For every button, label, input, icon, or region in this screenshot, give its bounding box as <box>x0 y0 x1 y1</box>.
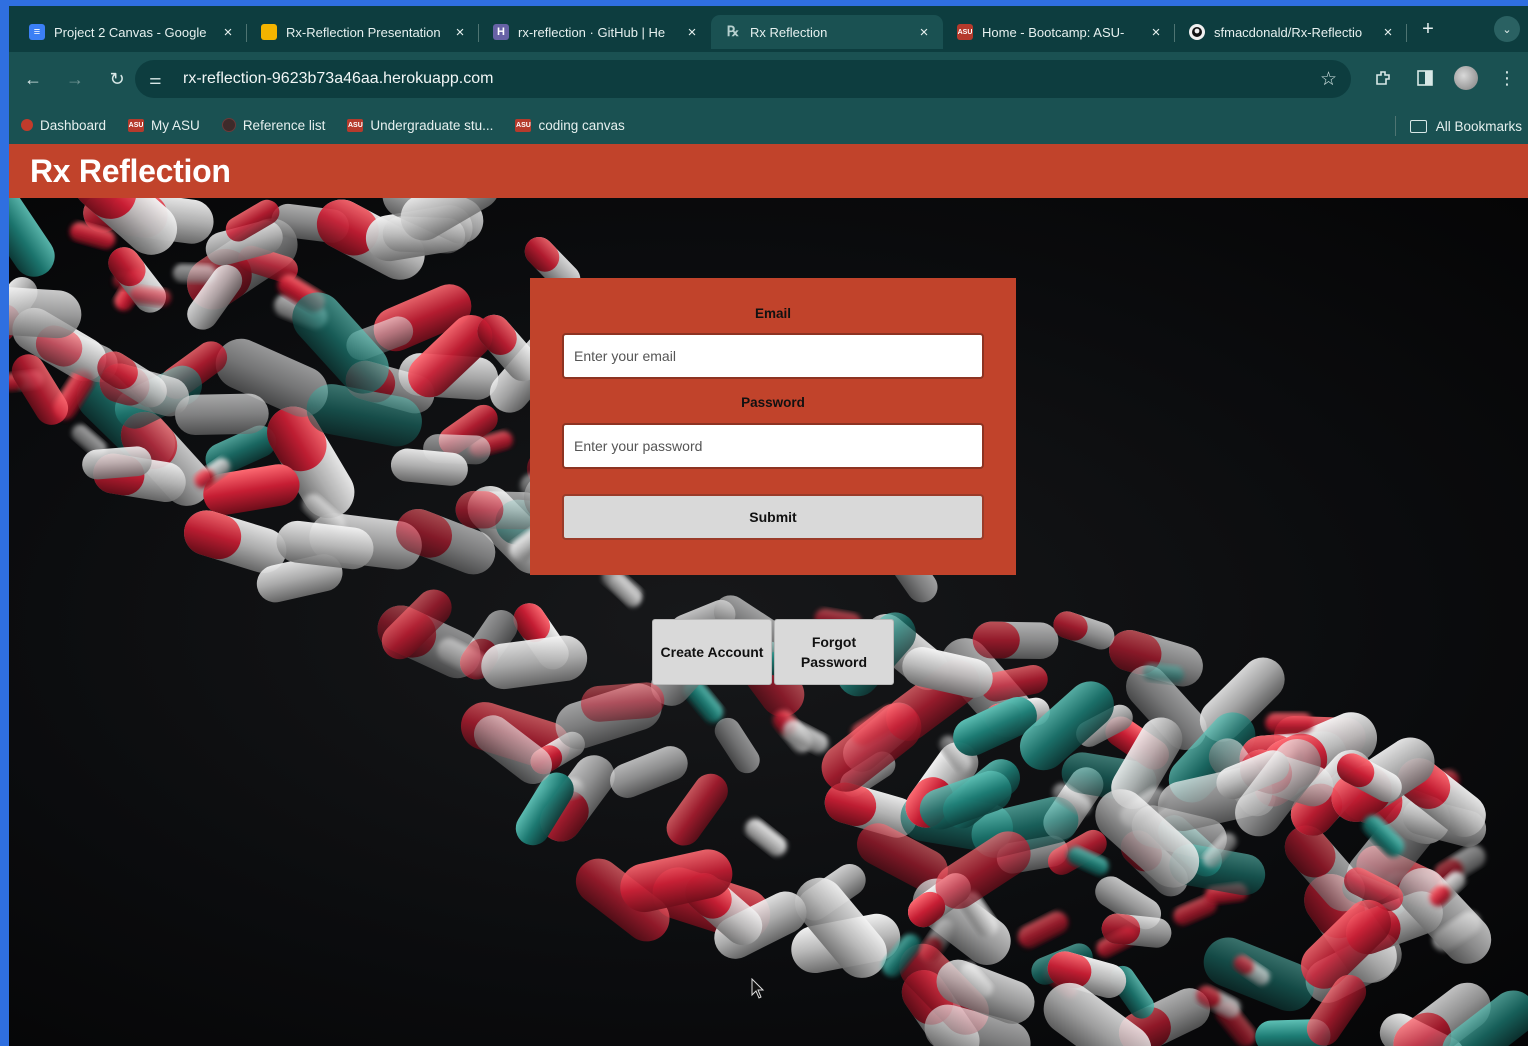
bookmark-label: coding canvas <box>538 117 625 133</box>
web-page: Rx Reflection Email Password Submit Crea… <box>9 144 1528 1046</box>
pill-capsule <box>744 818 787 857</box>
tab-github[interactable]: sfmacdonald/Rx-Reflectio × <box>1175 15 1407 49</box>
create-account-button[interactable]: Create Account <box>652 619 772 685</box>
asu-icon: ASU <box>515 118 532 132</box>
address-bar[interactable]: ⚌ rx-reflection-9623b73a46aa.herokuapp.c… <box>135 60 1351 98</box>
url-text: rx-reflection-9623b73a46aa.herokuapp.com <box>183 70 494 87</box>
close-icon[interactable]: × <box>451 24 469 41</box>
extensions-icon[interactable] <box>1370 62 1396 94</box>
tab-title: Rx-Reflection Presentation <box>286 24 441 40</box>
close-icon[interactable]: × <box>1379 24 1397 41</box>
tab-project-canvas[interactable]: ≡ Project 2 Canvas - Google × <box>15 15 247 49</box>
github-icon <box>1189 24 1205 40</box>
tab-heroku[interactable]: H rx-reflection · GitHub | He × <box>479 15 711 49</box>
canvas-icon <box>21 119 33 131</box>
tab-strip: ≡ Project 2 Canvas - Google × Rx-Reflect… <box>9 6 1528 52</box>
pill-capsule <box>580 682 665 722</box>
folder-icon <box>1409 119 1427 133</box>
bookmark-coding-canvas[interactable]: ASU coding canvas <box>515 117 625 133</box>
bookmarks-divider <box>1394 116 1396 136</box>
close-icon[interactable]: × <box>915 24 933 41</box>
rx-icon: ℞ <box>726 24 740 40</box>
close-icon[interactable]: × <box>219 24 237 41</box>
password-label: Password <box>741 395 805 410</box>
all-bookmarks[interactable]: All Bookmarks <box>1394 116 1522 136</box>
bookmark-my-asu[interactable]: ASU My ASU <box>128 118 200 133</box>
asu-icon: ASU <box>957 24 973 40</box>
bookmark-label: Dashboard <box>40 117 107 133</box>
docs-icon: ≡ <box>29 24 45 40</box>
menu-kebab-icon[interactable]: ⋮ <box>1494 62 1520 94</box>
pill-capsule <box>1053 611 1115 650</box>
profile-avatar[interactable] <box>1454 66 1478 90</box>
submit-button[interactable]: Submit <box>562 494 984 540</box>
app-header: Rx Reflection <box>9 144 1528 198</box>
pill-capsule <box>610 746 688 798</box>
tab-title: sfmacdonald/Rx-Reflectio <box>1214 24 1363 40</box>
mouse-cursor-icon <box>751 978 765 999</box>
tab-title: rx-reflection · GitHub | He <box>518 24 666 40</box>
email-input[interactable] <box>562 333 984 379</box>
bookmark-reference-list[interactable]: Reference list <box>221 117 326 133</box>
pill-capsule <box>9 198 55 277</box>
slides-icon <box>261 24 277 40</box>
bookmark-star-icon[interactable]: ☆ <box>1320 68 1337 91</box>
app-title: Rx Reflection <box>30 152 231 189</box>
pill-capsule <box>129 285 171 307</box>
tab-rx-reflection[interactable]: ℞ Rx Reflection × <box>711 15 943 49</box>
new-tab-button[interactable]: + <box>1411 18 1445 41</box>
asu-icon: ASU <box>128 118 145 132</box>
close-icon[interactable]: × <box>683 24 701 41</box>
toolbar-actions: ⋮ <box>1370 62 1520 94</box>
email-label: Email <box>754 306 792 321</box>
tab-title: Project 2 Canvas - Google <box>54 24 207 40</box>
pill-capsule <box>1265 712 1314 734</box>
forward-icon[interactable]: → <box>57 61 93 97</box>
pill-capsule <box>714 717 760 774</box>
bookmarks-bar: Dashboard ASU My ASU Reference list ASU … <box>9 106 1528 144</box>
pill-capsule <box>1017 911 1069 949</box>
forgot-password-button[interactable]: Forgot Password <box>774 619 894 685</box>
pill-capsule <box>972 621 1059 660</box>
site-info-icon[interactable]: ⚌ <box>149 71 171 88</box>
asu-icon: ASU <box>347 118 364 132</box>
bookmark-undergraduate[interactable]: ASU Undergraduate stu... <box>347 118 493 133</box>
bookmark-label: Undergraduate stu... <box>370 117 494 133</box>
bookmark-label: My ASU <box>151 117 200 133</box>
tab-search-icon[interactable]: ⌄ <box>1494 16 1520 42</box>
bookmark-dashboard[interactable]: Dashboard <box>21 118 106 133</box>
pill-capsule <box>9 286 82 339</box>
tab-title: Home - Bootcamp: ASU- <box>982 24 1125 40</box>
tab-title: Rx Reflection <box>750 24 828 40</box>
tab-separator <box>1406 24 1407 42</box>
account-actions: Create Account Forgot Password <box>652 619 894 685</box>
heroku-icon: H <box>493 24 509 40</box>
side-panel-icon[interactable] <box>1412 62 1438 94</box>
ghost-icon <box>221 118 236 132</box>
browser-window: ≡ Project 2 Canvas - Google × Rx-Reflect… <box>9 6 1528 1046</box>
close-icon[interactable]: × <box>1147 24 1165 41</box>
tab-presentation[interactable]: Rx-Reflection Presentation × <box>247 15 479 49</box>
pill-capsule <box>108 247 166 313</box>
browser-toolbar: ← → ↻ ⚌ rx-reflection-9623b73a46aa.herok… <box>9 52 1528 106</box>
login-form: Email Password Submit <box>530 278 1016 575</box>
reload-icon[interactable]: ↻ <box>99 61 135 97</box>
password-input[interactable] <box>562 423 984 469</box>
back-icon[interactable]: ← <box>15 61 51 97</box>
all-bookmarks-label: All Bookmarks <box>1435 118 1522 134</box>
bookmark-label: Reference list <box>242 117 326 133</box>
tab-bootcamp[interactable]: ASU Home - Bootcamp: ASU- × <box>943 15 1175 49</box>
